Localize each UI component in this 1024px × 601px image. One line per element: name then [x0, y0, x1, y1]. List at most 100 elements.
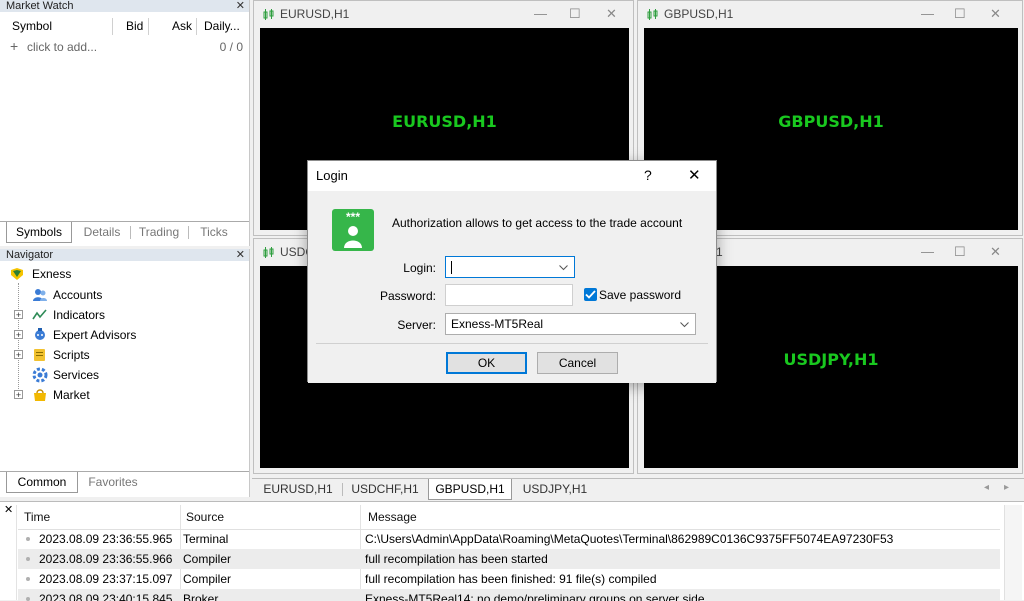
- tab-divider: [130, 226, 131, 239]
- tab-favorites[interactable]: Favorites: [80, 472, 146, 492]
- maximize-icon[interactable]: ☐: [954, 6, 966, 22]
- navigator-item-services[interactable]: Services: [12, 365, 232, 385]
- row-message: full recompilation has been finished: 91…: [365, 572, 657, 586]
- chart-tab-usdchf[interactable]: USDCHF,H1: [344, 479, 426, 499]
- market-watch-tabs: Symbols Details Trading Ticks: [0, 221, 249, 243]
- login-combobox[interactable]: [445, 256, 575, 278]
- symbol-count: 0 / 0: [219, 40, 243, 54]
- services-icon: [32, 367, 48, 383]
- column-time[interactable]: Time: [24, 505, 50, 529]
- dialog-divider: [316, 343, 708, 344]
- tab-common[interactable]: Common: [6, 472, 78, 493]
- save-password-label[interactable]: Save password: [599, 288, 681, 302]
- navigator-item-label: Expert Advisors: [53, 328, 137, 342]
- tab-divider: [342, 483, 343, 496]
- server-label: Server:: [397, 318, 436, 332]
- login-dialog: Login ? ✕ *** Authorization allows to ge…: [307, 160, 717, 383]
- log-level-icon: [26, 557, 30, 561]
- column-symbol[interactable]: Symbol: [12, 15, 52, 37]
- expand-icon[interactable]: +: [14, 330, 23, 340]
- toolbox-divider: [16, 505, 17, 600]
- toolbox-close-icon[interactable]: ✕: [4, 503, 13, 516]
- row-time: 2023.08.09 23:37:15.097: [39, 572, 173, 586]
- scroll-right-icon[interactable]: ▸: [1004, 482, 1009, 493]
- dialog-body: *** Authorization allows to get access t…: [308, 191, 716, 383]
- account-login-icon: ***: [332, 209, 374, 251]
- navigator-item-label: Scripts: [53, 348, 90, 362]
- navigator-item-label: Accounts: [53, 288, 103, 302]
- navigator-item-indicators[interactable]: + Indicators: [12, 305, 232, 325]
- row-message: Exness-MT5Real14: no demo/preliminary gr…: [365, 592, 705, 601]
- navigator-panel: Navigator ✕ Exness Accounts + Indicators…: [0, 249, 250, 497]
- row-source: Terminal: [183, 532, 229, 546]
- navigator-item-scripts[interactable]: + Scripts: [12, 345, 232, 365]
- tab-ticks[interactable]: Ticks: [190, 222, 238, 242]
- tab-symbols[interactable]: Symbols: [6, 222, 72, 243]
- tab-details[interactable]: Details: [76, 222, 128, 242]
- dialog-description: Authorization allows to get access to th…: [392, 216, 683, 230]
- close-icon[interactable]: ✕: [990, 244, 1001, 260]
- market-watch-title: Market Watch: [0, 0, 249, 12]
- tab-trading[interactable]: Trading: [132, 222, 186, 242]
- navigator-item-accounts[interactable]: Accounts: [12, 285, 232, 305]
- close-icon[interactable]: ✕: [606, 6, 617, 22]
- indicators-icon: [32, 309, 47, 320]
- minimize-icon[interactable]: —: [921, 6, 934, 21]
- chart-tabs: EURUSD,H1 USDCHF,H1 GBPUSD,H1 USDJPY,H1 …: [252, 478, 1024, 500]
- column-message[interactable]: Message: [368, 505, 417, 529]
- chart-tab-gbpusd[interactable]: GBPUSD,H1: [428, 479, 512, 500]
- cancel-button[interactable]: Cancel: [537, 352, 618, 374]
- navigator-item-label: Market: [53, 388, 90, 402]
- add-symbol-row[interactable]: + click to add... 0 / 0: [10, 38, 246, 56]
- row-source: Broker: [183, 592, 219, 601]
- journal-row[interactable]: 2023.08.09 23:36:55.966 Compiler full re…: [18, 549, 1000, 569]
- password-input[interactable]: [445, 284, 573, 306]
- expand-icon[interactable]: +: [14, 390, 23, 400]
- add-symbol-label: click to add...: [27, 40, 98, 54]
- maximize-icon[interactable]: ☐: [569, 6, 581, 22]
- journal-row[interactable]: 2023.08.09 23:36:55.965 Terminal C:\User…: [18, 529, 1000, 549]
- market-watch-header: Symbol Bid Ask Daily...: [6, 15, 246, 37]
- close-icon[interactable]: ✕: [688, 166, 701, 184]
- minimize-icon[interactable]: —: [921, 244, 934, 259]
- chart-tab-usdjpy[interactable]: USDJPY,H1: [514, 479, 596, 499]
- navigator-item-expert-advisors[interactable]: + Expert Advisors: [12, 325, 232, 345]
- exness-logo-icon: [11, 268, 23, 280]
- chart-symbol-label: EURUSD,H1: [392, 112, 497, 131]
- row-message: full recompilation has been started: [365, 552, 548, 566]
- navigator-tabs: Common Favorites: [0, 471, 249, 493]
- vertical-scrollbar[interactable]: [1004, 505, 1022, 600]
- column-bid[interactable]: Bid: [126, 15, 143, 37]
- dialog-title: Login: [316, 168, 348, 183]
- market-icon: [34, 389, 46, 401]
- navigator-root-exness[interactable]: Exness: [10, 264, 210, 284]
- row-time: 2023.08.09 23:36:55.966: [39, 552, 173, 566]
- journal-row[interactable]: 2023.08.09 23:40:15.845 Broker Exness-MT…: [18, 589, 1000, 601]
- save-password-checkbox[interactable]: [584, 288, 597, 301]
- ok-button[interactable]: OK: [446, 352, 527, 374]
- market-watch-close-icon[interactable]: ✕: [236, 0, 245, 12]
- column-daily[interactable]: Daily...: [204, 15, 240, 37]
- journal-row[interactable]: 2023.08.09 23:37:15.097 Compiler full re…: [18, 569, 1000, 589]
- expand-icon[interactable]: +: [14, 350, 23, 360]
- chevron-down-icon: [559, 265, 568, 271]
- plus-icon: +: [10, 38, 19, 54]
- row-time: 2023.08.09 23:40:15.845: [39, 592, 173, 601]
- row-message: C:\Users\Admin\AppData\Roaming\MetaQuote…: [365, 532, 894, 546]
- maximize-icon[interactable]: ☐: [954, 244, 966, 260]
- column-source[interactable]: Source: [186, 505, 224, 529]
- chart-tab-eurusd[interactable]: EURUSD,H1: [256, 479, 340, 499]
- minimize-icon[interactable]: —: [534, 6, 547, 21]
- expand-icon[interactable]: +: [14, 310, 23, 320]
- help-icon[interactable]: ?: [644, 167, 652, 183]
- navigator-item-market[interactable]: + Market: [12, 385, 232, 405]
- row-time: 2023.08.09 23:36:55.965: [39, 532, 173, 546]
- server-combobox[interactable]: Exness-MT5Real: [445, 313, 696, 335]
- scroll-left-icon[interactable]: ◂: [984, 482, 989, 493]
- close-icon[interactable]: ✕: [990, 6, 1001, 22]
- toolbox-journal: ✕ Time Source Message 2023.08.09 23:36:5…: [0, 501, 1024, 601]
- navigator-close-icon[interactable]: ✕: [236, 248, 245, 261]
- row-source: Compiler: [183, 552, 232, 566]
- column-ask[interactable]: Ask: [172, 15, 192, 37]
- row-source: Compiler: [183, 572, 232, 586]
